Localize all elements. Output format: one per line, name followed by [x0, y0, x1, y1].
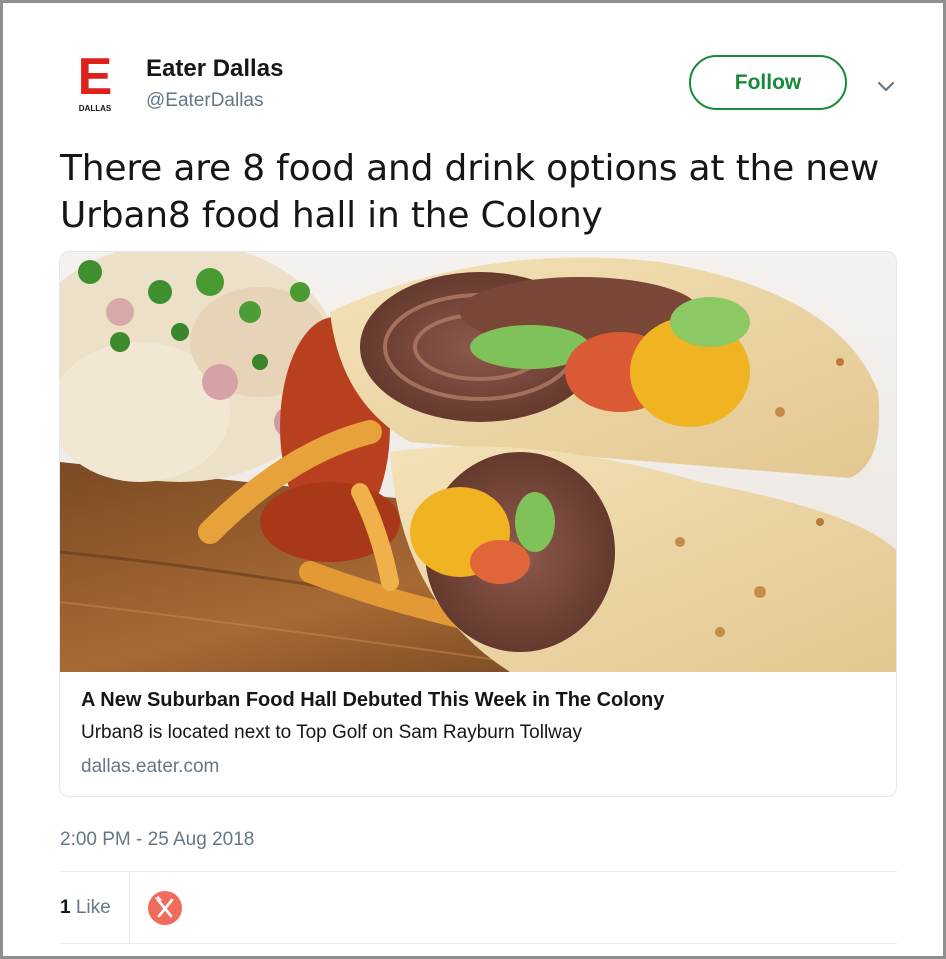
chevron-down-icon[interactable]: [875, 75, 897, 97]
like-count-number: 1: [60, 897, 71, 918]
tweet-timestamp[interactable]: 2:00 PM - 25 Aug 2018: [60, 829, 254, 851]
author-handle[interactable]: @EaterDallas: [146, 90, 264, 112]
follow-button[interactable]: Follow: [689, 55, 847, 110]
card-description: Urban8 is located next to Top Golf on Sa…: [81, 722, 582, 743]
tweet-text-line: Urban8 food hall in the Colony: [60, 195, 603, 236]
tweet-embed: E DALLAS Eater Dallas @EaterDallas Follo…: [0, 0, 946, 959]
like-count[interactable]: 1 Like: [60, 897, 111, 919]
card-domain: dallas.eater.com: [81, 756, 220, 777]
divider: [60, 871, 897, 872]
like-count-label: Like: [75, 897, 111, 918]
card-title[interactable]: A New Suburban Food Hall Debuted This We…: [81, 689, 664, 712]
author-name[interactable]: Eater Dallas: [146, 55, 283, 83]
logo-subtext: DALLAS: [79, 104, 112, 113]
card-image: [60, 252, 896, 672]
divider: [129, 872, 130, 943]
link-card[interactable]: A New Suburban Food Hall Debuted This We…: [59, 251, 897, 797]
tweet-text: There are 8 food and drink options at th…: [60, 145, 920, 239]
logo-letter: E: [78, 53, 113, 106]
fork-knife-avatar-icon[interactable]: [147, 890, 183, 926]
tweet-text-line: There are 8 food and drink options at th…: [60, 148, 880, 189]
eater-dallas-logo[interactable]: E DALLAS: [67, 53, 123, 117]
divider: [60, 943, 897, 944]
